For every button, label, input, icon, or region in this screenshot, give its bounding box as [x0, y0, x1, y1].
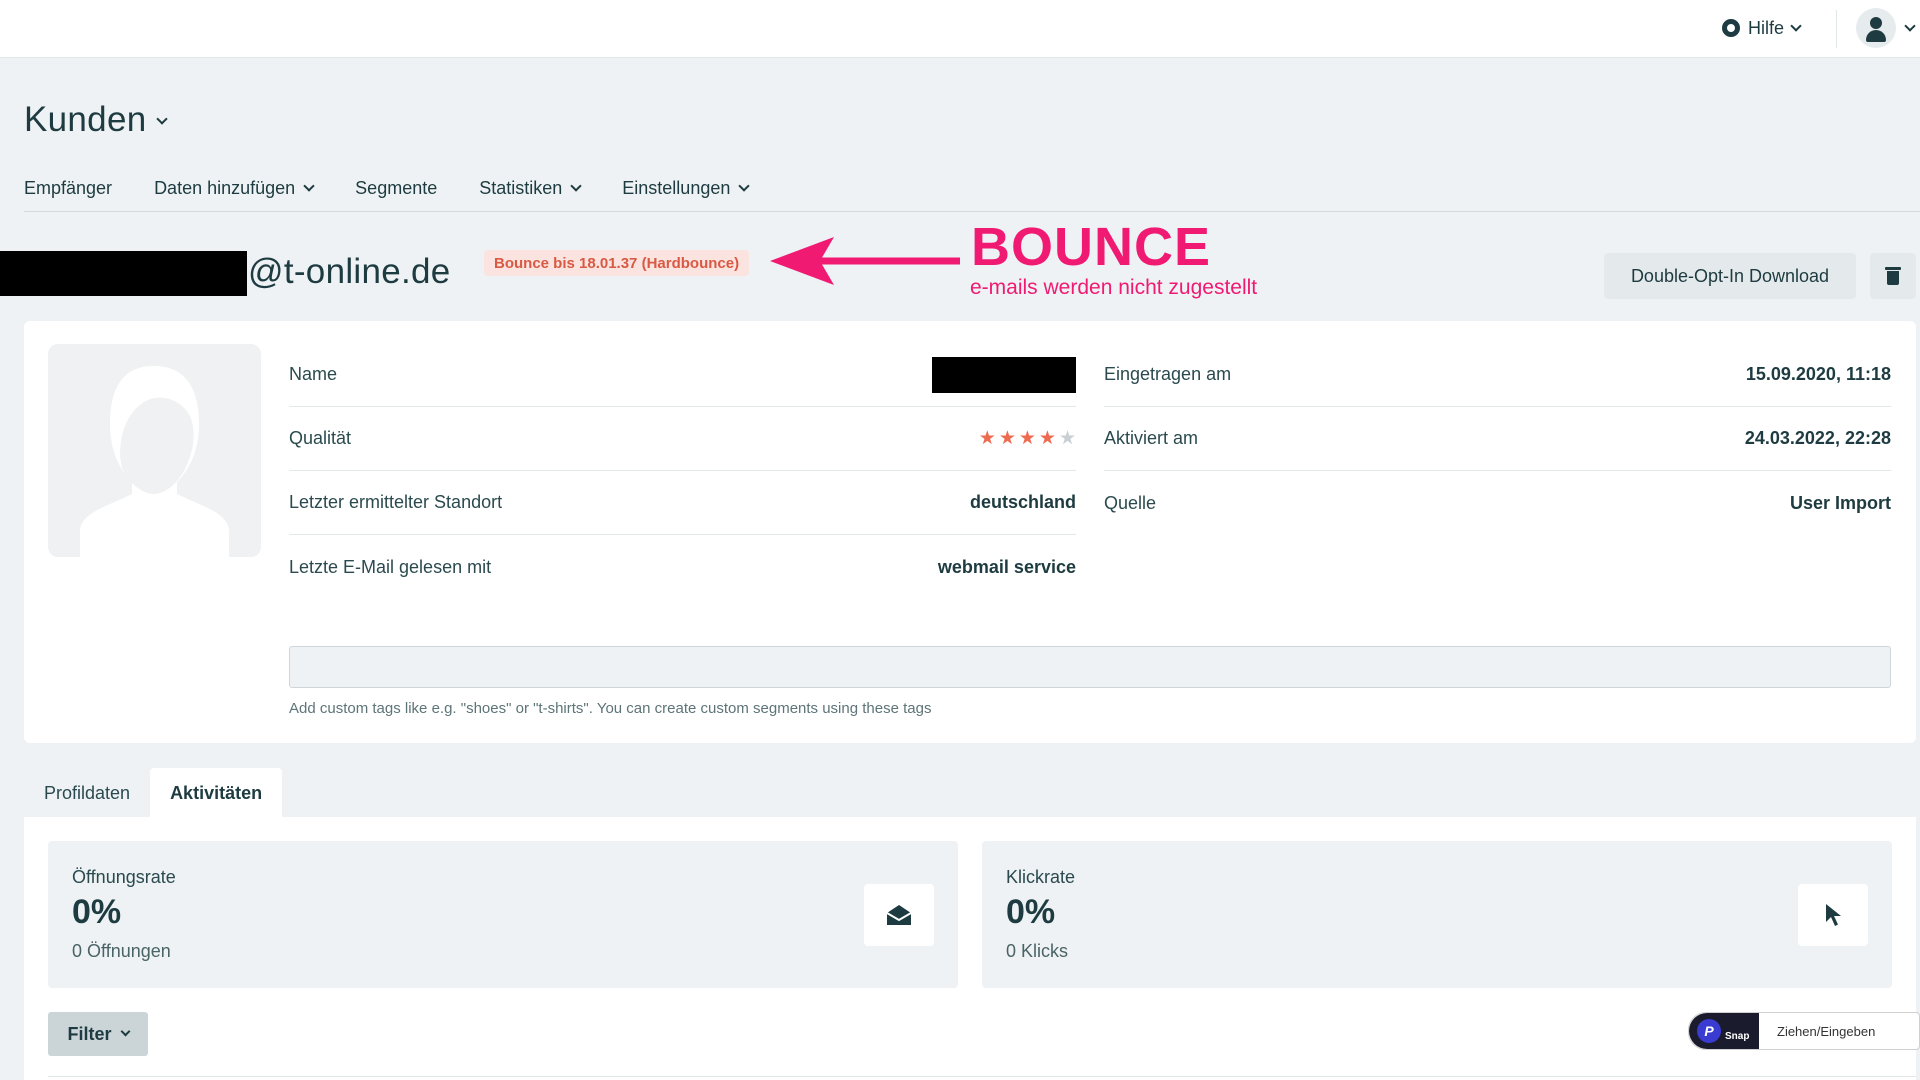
divider [48, 1076, 1916, 1077]
delete-button[interactable] [1870, 253, 1916, 299]
double-opt-in-download-button[interactable]: Double-Opt-In Download [1604, 253, 1856, 299]
nav-label: Daten hinzufügen [154, 177, 296, 198]
source-label: Quelle [1104, 492, 1157, 513]
nav-label: Segmente [355, 177, 438, 198]
star-icon: ★ [1018, 428, 1036, 449]
nav-statistiken[interactable]: Statistiken [479, 176, 582, 200]
click-rate-label: Klickrate [1006, 867, 1076, 887]
user-menu[interactable] [1856, 8, 1916, 48]
page-title-dropdown[interactable]: Kunden [24, 100, 169, 140]
help-label: Hilfe [1748, 17, 1785, 38]
chevron-down-icon [303, 179, 315, 192]
divider [24, 211, 1920, 212]
annotation-subtitle: e-mails werden nicht zugestellt [970, 276, 1258, 299]
star-icon: ★ [978, 428, 996, 449]
nav-label: Empfänger [24, 177, 113, 198]
registered-label: Eingetragen am [1104, 364, 1232, 384]
click-count: 0 Klicks [1006, 941, 1069, 961]
tab-bar: Profildaten Aktivitäten [24, 768, 283, 818]
snap-widget-label: Ziehen/Eingeben [1777, 1023, 1876, 1039]
envelope-open-icon [864, 884, 934, 946]
person-silhouette-icon [80, 366, 229, 557]
nav-label: Einstellungen [622, 177, 731, 198]
annotation-arrow-icon [770, 237, 960, 285]
sub-navigation: Empfänger Daten hinzufügen Segmente Stat… [24, 176, 751, 200]
name-label: Name [289, 364, 338, 384]
row-location: Letzter ermittelter Standort deutschland [289, 471, 1076, 535]
tab-aktivitaeten[interactable]: Aktivitäten [150, 768, 283, 818]
star-icon: ★ [998, 428, 1016, 449]
open-rate-value: 0% [72, 893, 122, 931]
row-last-read: Letzte E-Mail gelesen mit webmail servic… [289, 535, 1076, 599]
activated-label: Aktiviert am [1104, 428, 1199, 448]
snap-logo-icon: P Snap [1689, 1013, 1759, 1049]
filter-label: Filter [67, 1023, 112, 1044]
row-activated: Aktiviert am 24.03.2022, 22:28 [1104, 407, 1891, 471]
star-icon: ★ [1058, 428, 1076, 449]
row-name: Name [289, 343, 1076, 407]
location-value: deutschland [969, 492, 1076, 512]
redacted-email-local-part [0, 251, 247, 296]
chevron-down-icon [738, 179, 751, 192]
open-count: 0 Öffnungen [72, 941, 171, 961]
custom-tags-hint: Add custom tags like e.g. "shoes" or "t-… [289, 700, 932, 717]
user-avatar-icon [1856, 8, 1896, 48]
chevron-down-icon [156, 113, 169, 125]
open-rate-label: Öffnungsrate [72, 867, 176, 887]
open-rate-card: Öffnungsrate 0% 0 Öffnungen [48, 841, 958, 988]
snap-badge-label: Snap [1725, 1031, 1750, 1042]
page-title: Kunden [24, 100, 147, 139]
chevron-down-icon [120, 1026, 130, 1037]
chevron-down-icon [1790, 19, 1802, 32]
redacted-name-value [932, 356, 1076, 393]
click-rate-card: Klickrate 0% 0 Klicks [982, 841, 1892, 988]
source-value: User Import [1789, 492, 1891, 513]
activated-value: 24.03.2022, 22:28 [1744, 428, 1891, 448]
help-menu[interactable]: Hilfe [1722, 16, 1802, 40]
row-registered: Eingetragen am 15.09.2020, 11:18 [1104, 343, 1891, 407]
location-label: Letzter ermittelter Standort [289, 492, 503, 512]
quality-label: Qualität [289, 428, 352, 448]
profile-placeholder-image [48, 344, 261, 557]
quality-rating: ★ ★ ★ ★ ★ [979, 429, 1076, 448]
registered-value: 15.09.2020, 11:18 [1745, 364, 1891, 384]
snap-widget[interactable]: P Snap Ziehen/Eingeben [1688, 1012, 1920, 1050]
chevron-down-icon [1904, 19, 1916, 32]
bounce-status-badge: Bounce bis 18.01.37 (Hardbounce) [484, 250, 750, 276]
nav-segmente[interactable]: Segmente [355, 176, 437, 200]
nav-label: Statistiken [479, 177, 563, 198]
chevron-down-icon [570, 179, 582, 192]
trash-icon [1885, 267, 1901, 285]
lifebuoy-icon [1722, 19, 1740, 37]
nav-daten-hinzufuegen[interactable]: Daten hinzufügen [154, 176, 315, 200]
contact-email: @t-online.de [248, 252, 451, 291]
divider [1836, 10, 1837, 48]
star-icon: ★ [1038, 428, 1056, 449]
cursor-pointer-icon [1798, 884, 1868, 946]
annotation-title: BOUNCE [971, 217, 1212, 277]
last-read-value: webmail service [937, 556, 1076, 577]
top-bar: Hilfe [0, 0, 1920, 58]
nav-einstellungen[interactable]: Einstellungen [622, 176, 751, 200]
nav-empfaenger[interactable]: Empfänger [24, 176, 112, 200]
row-quality: Qualität ★ ★ ★ ★ ★ [289, 407, 1076, 471]
tab-profildaten[interactable]: Profildaten [24, 768, 150, 818]
custom-tags-input[interactable] [289, 646, 1891, 688]
filter-button[interactable]: Filter [48, 1012, 148, 1056]
click-rate-value: 0% [1006, 893, 1056, 931]
last-read-label: Letzte E-Mail gelesen mit [289, 556, 492, 577]
row-source: Quelle User Import [1104, 471, 1891, 535]
